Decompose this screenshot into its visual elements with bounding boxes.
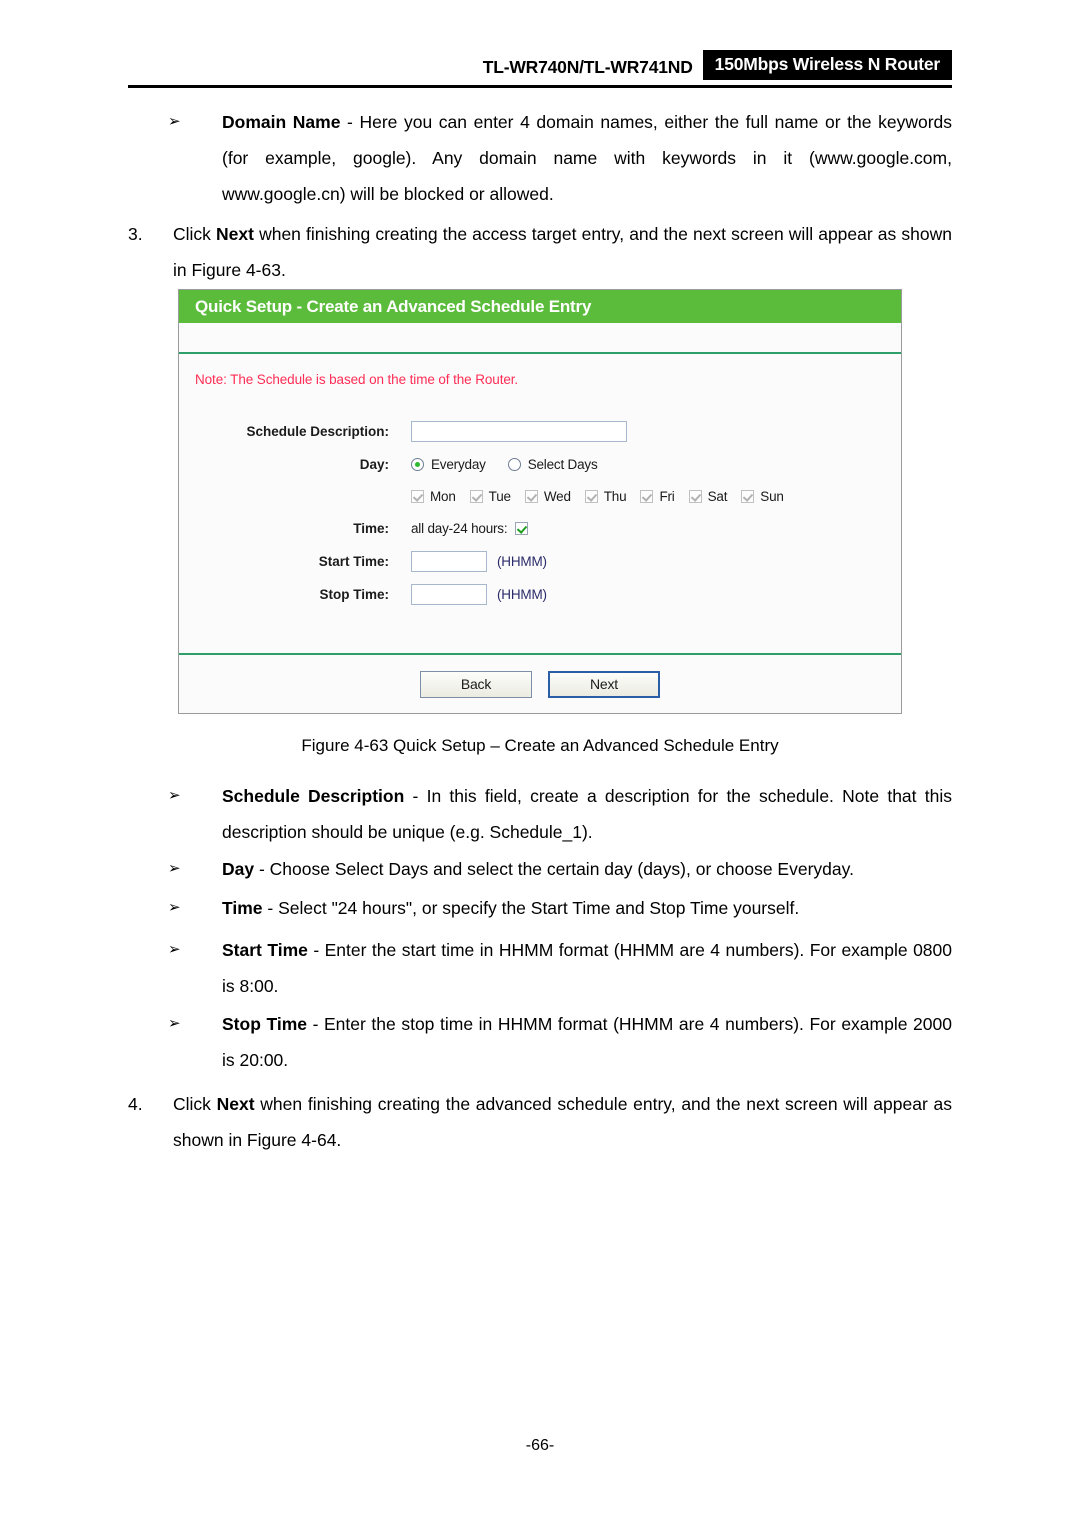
- radio-everyday-label: Everyday: [431, 457, 486, 472]
- checkbox-fri-box[interactable]: [640, 490, 654, 503]
- panel-title: Quick Setup - Create an Advanced Schedul…: [179, 290, 901, 323]
- bullet-arrow-icon: ➢: [168, 787, 181, 804]
- row-stop-time: Stop Time: (HHMM): [179, 578, 901, 611]
- next-button[interactable]: Next: [548, 670, 660, 698]
- bullet-term: Day: [222, 859, 255, 879]
- radio-everyday[interactable]: Everyday: [411, 457, 486, 472]
- bullet-term: Schedule Description: [222, 786, 405, 806]
- all-day-label: all day-24 hours:: [411, 521, 508, 536]
- bullet-arrow-icon: ➢: [168, 113, 181, 130]
- step-3-text-after: when finishing creating the access targe…: [173, 224, 952, 280]
- step-3-bold: Next: [216, 224, 254, 244]
- step-4-text-before: Click: [173, 1094, 217, 1114]
- checkbox-wed-box[interactable]: [524, 490, 538, 503]
- bullet-term: Domain Name: [222, 112, 341, 132]
- step-3-number: 3.: [128, 224, 143, 244]
- bullet-text: - Select "24 hours", or specify the Star…: [262, 898, 800, 918]
- checkbox-fri[interactable]: Fri: [640, 489, 675, 504]
- step-4-text-after: when finishing creating the advanced sch…: [173, 1094, 952, 1150]
- header-model-name: TL-WR740N/TL-WR741ND: [482, 57, 693, 77]
- row-schedule-description: Schedule Description:: [179, 415, 901, 448]
- step-4-number: 4.: [128, 1094, 143, 1114]
- time-label: Time:: [353, 521, 389, 536]
- checkbox-sun-label: Sun: [760, 489, 784, 504]
- step-4-bold: Next: [216, 1094, 255, 1114]
- start-time-hint: (HHMM): [497, 554, 547, 569]
- schedule-description-input[interactable]: [411, 421, 627, 442]
- radio-select-days-indicator[interactable]: [507, 458, 521, 471]
- checkbox-sun-box[interactable]: [741, 490, 755, 503]
- start-time-label: Start Time:: [318, 554, 389, 569]
- bullet-text: - Choose Select Days and select the cert…: [254, 859, 854, 879]
- checkbox-sat-box[interactable]: [688, 490, 702, 503]
- figure-caption: Figure 4-63 Quick Setup – Create an Adva…: [301, 736, 779, 755]
- row-start-time: Start Time: (HHMM): [179, 545, 901, 578]
- checkbox-tue-label: Tue: [488, 489, 511, 504]
- bullet-domain-name: ➢ Domain Name - Here you can enter 4 dom…: [168, 104, 952, 212]
- bullet-arrow-icon: ➢: [168, 860, 181, 877]
- checkbox-tue-box[interactable]: [469, 490, 483, 503]
- row-day: Day: Everyday Select Days: [179, 448, 901, 481]
- bullet-day: ➢ Day - Choose Select Days and select th…: [168, 851, 952, 887]
- checkbox-thu-label: Thu: [603, 489, 627, 504]
- bullet-term: Stop Time: [222, 1014, 307, 1034]
- step-3-text-before: Click: [173, 224, 217, 244]
- panel-button-bar: Back Next: [179, 655, 901, 713]
- schedule-form: Schedule Description: Day: Everyday Sele…: [179, 387, 901, 611]
- checkbox-mon[interactable]: Mon: [411, 489, 456, 504]
- checkbox-sat[interactable]: Sat: [688, 489, 728, 504]
- router-config-panel: Quick Setup - Create an Advanced Schedul…: [178, 289, 902, 714]
- schedule-description-label: Schedule Description:: [246, 424, 389, 439]
- schedule-note: Note: The Schedule is based on the time …: [195, 372, 519, 387]
- back-button[interactable]: Back: [420, 670, 532, 698]
- checkbox-wed-label: Wed: [543, 489, 571, 504]
- header-rule: [128, 85, 952, 88]
- checkbox-sun[interactable]: Sun: [741, 489, 784, 504]
- panel-title-separator: [179, 323, 901, 354]
- radio-select-days-label: Select Days: [527, 457, 598, 472]
- checkbox-mon-label: Mon: [430, 489, 456, 504]
- stop-time-label: Stop Time:: [319, 587, 389, 602]
- bullet-term: Start Time: [222, 940, 308, 960]
- checkbox-wed[interactable]: Wed: [524, 489, 571, 504]
- checkbox-sat-label: Sat: [707, 489, 728, 504]
- checkbox-tue[interactable]: Tue: [469, 489, 511, 504]
- checkbox-all-day-24-hours[interactable]: [515, 522, 529, 535]
- checkbox-fri-label: Fri: [659, 489, 675, 504]
- bullet-start-time: ➢ Start Time - Enter the start time in H…: [168, 932, 952, 1004]
- header-product-badge: 150Mbps Wireless N Router: [702, 50, 952, 80]
- bullet-text: - Enter the start time in HHMM format (H…: [222, 940, 952, 996]
- row-time: Time: all day-24 hours:: [179, 512, 901, 545]
- step-4: 4. Click Next when finishing creating th…: [128, 1086, 952, 1158]
- checkbox-mon-box[interactable]: [411, 490, 424, 503]
- step-3: 3. Click Next when finishing creating th…: [128, 216, 952, 288]
- bullet-arrow-icon: ➢: [168, 941, 181, 958]
- radio-everyday-indicator[interactable]: [411, 458, 424, 471]
- page-number: -66-: [525, 1437, 555, 1454]
- checkbox-thu[interactable]: Thu: [584, 489, 627, 504]
- page-header: TL-WR740N/TL-WR741ND 150Mbps Wireless N …: [128, 50, 952, 90]
- bullet-schedule-description: ➢ Schedule Description - In this field, …: [168, 778, 952, 850]
- start-time-input[interactable]: [411, 551, 487, 572]
- bullet-stop-time: ➢ Stop Time - Enter the stop time in HHM…: [168, 1006, 952, 1078]
- stop-time-input[interactable]: [411, 584, 487, 605]
- bullet-time: ➢ Time - Select "24 hours", or specify t…: [168, 890, 952, 926]
- day-label: Day:: [359, 457, 389, 472]
- bullet-term: Time: [222, 898, 263, 918]
- bullet-text: - Enter the stop time in HHMM format (HH…: [222, 1014, 952, 1070]
- bullet-arrow-icon: ➢: [168, 899, 181, 916]
- checkbox-thu-box[interactable]: [584, 490, 598, 503]
- radio-select-days[interactable]: Select Days: [507, 457, 598, 472]
- day-checkbox-group: Mon Tue Wed Thu Fri Sat Sun: [179, 481, 901, 512]
- stop-time-hint: (HHMM): [497, 587, 547, 602]
- bullet-arrow-icon: ➢: [168, 1015, 181, 1032]
